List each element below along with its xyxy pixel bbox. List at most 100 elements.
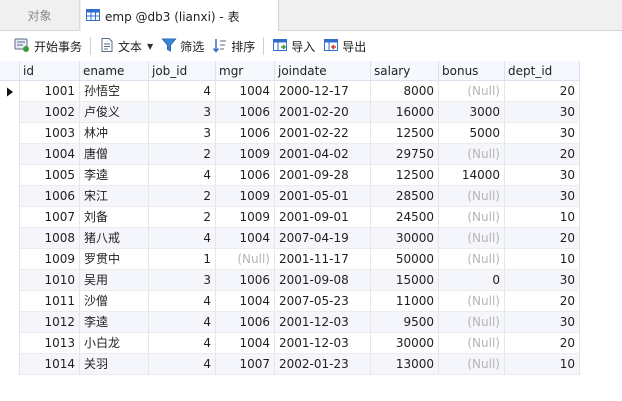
cell-dept-id[interactable]: 30: [505, 123, 580, 144]
cell-id[interactable]: 1011: [20, 291, 80, 312]
cell-ename[interactable]: 宋江: [80, 186, 149, 207]
row-selector[interactable]: [0, 186, 20, 207]
row-selector[interactable]: [0, 333, 20, 354]
cell-salary[interactable]: 50000: [371, 249, 439, 270]
cell-bonus[interactable]: (Null): [439, 186, 505, 207]
cell-dept-id[interactable]: 30: [505, 270, 580, 291]
cell-salary[interactable]: 11000: [371, 291, 439, 312]
table-row[interactable]: 1014 关羽 4 1007 2002-01-23 13000 (Null) 10: [0, 354, 580, 375]
row-selector[interactable]: [0, 354, 20, 375]
row-selector[interactable]: [0, 207, 20, 228]
column-header-job-id[interactable]: job_id: [149, 61, 216, 81]
cell-bonus[interactable]: (Null): [439, 207, 505, 228]
table-row[interactable]: 1013 小白龙 4 1004 2001-12-03 30000 (Null) 20: [0, 333, 580, 354]
row-selector[interactable]: [0, 249, 20, 270]
cell-mgr[interactable]: 1004: [216, 228, 275, 249]
cell-bonus[interactable]: 14000: [439, 165, 505, 186]
cell-id[interactable]: 1002: [20, 102, 80, 123]
table-row[interactable]: 1003 林冲 3 1006 2001-02-22 12500 5000 30: [0, 123, 580, 144]
cell-joindate[interactable]: 2001-11-17: [275, 249, 371, 270]
row-selector[interactable]: [0, 123, 20, 144]
cell-joindate[interactable]: 2001-02-20: [275, 102, 371, 123]
cell-dept-id[interactable]: 10: [505, 354, 580, 375]
cell-job-id[interactable]: 4: [149, 291, 216, 312]
cell-dept-id[interactable]: 10: [505, 249, 580, 270]
cell-id[interactable]: 1013: [20, 333, 80, 354]
table-row[interactable]: 1012 李逵 4 1006 2001-12-03 9500 (Null) 30: [0, 312, 580, 333]
cell-bonus[interactable]: (Null): [439, 81, 505, 102]
cell-salary[interactable]: 28500: [371, 186, 439, 207]
cell-salary[interactable]: 30000: [371, 228, 439, 249]
cell-bonus[interactable]: 5000: [439, 123, 505, 144]
cell-job-id[interactable]: 2: [149, 186, 216, 207]
text-button[interactable]: 文本 ▼: [99, 35, 153, 57]
cell-id[interactable]: 1007: [20, 207, 80, 228]
row-pointer-icon[interactable]: [0, 81, 20, 102]
cell-job-id[interactable]: 4: [149, 81, 216, 102]
cell-ename[interactable]: 关羽: [80, 354, 149, 375]
cell-ename[interactable]: 罗贯中: [80, 249, 149, 270]
cell-bonus[interactable]: (Null): [439, 333, 505, 354]
row-selector[interactable]: [0, 102, 20, 123]
cell-ename[interactable]: 吴用: [80, 270, 149, 291]
table-row[interactable]: 1004 唐僧 2 1009 2001-04-02 29750 (Null) 20: [0, 144, 580, 165]
row-selector[interactable]: [0, 270, 20, 291]
cell-dept-id[interactable]: 20: [505, 81, 580, 102]
cell-salary[interactable]: 24500: [371, 207, 439, 228]
table-row[interactable]: 1005 李逵 4 1006 2001-09-28 12500 14000 30: [0, 165, 580, 186]
cell-id[interactable]: 1012: [20, 312, 80, 333]
cell-job-id[interactable]: 2: [149, 144, 216, 165]
cell-dept-id[interactable]: 20: [505, 333, 580, 354]
cell-ename[interactable]: 孙悟空: [80, 81, 149, 102]
cell-salary[interactable]: 9500: [371, 312, 439, 333]
cell-ename[interactable]: 刘备: [80, 207, 149, 228]
cell-mgr[interactable]: 1006: [216, 312, 275, 333]
cell-mgr[interactable]: 1006: [216, 165, 275, 186]
cell-id[interactable]: 1014: [20, 354, 80, 375]
row-selector[interactable]: [0, 144, 20, 165]
table-row[interactable]: 1006 宋江 2 1009 2001-05-01 28500 (Null) 30: [0, 186, 580, 207]
cell-joindate[interactable]: 2001-09-01: [275, 207, 371, 228]
import-button[interactable]: 导入: [272, 35, 315, 57]
column-header-id[interactable]: id: [20, 61, 80, 81]
table-row[interactable]: 1001 孙悟空 4 1004 2000-12-17 8000 (Null) 20: [0, 81, 580, 102]
cell-joindate[interactable]: 2001-02-22: [275, 123, 371, 144]
cell-bonus[interactable]: (Null): [439, 291, 505, 312]
cell-dept-id[interactable]: 30: [505, 186, 580, 207]
cell-bonus[interactable]: (Null): [439, 249, 505, 270]
cell-id[interactable]: 1001: [20, 81, 80, 102]
cell-joindate[interactable]: 2000-12-17: [275, 81, 371, 102]
cell-job-id[interactable]: 2: [149, 207, 216, 228]
column-header-dept-id[interactable]: dept_id: [505, 61, 580, 81]
cell-dept-id[interactable]: 10: [505, 207, 580, 228]
cell-joindate[interactable]: 2007-05-23: [275, 291, 371, 312]
cell-ename[interactable]: 林冲: [80, 123, 149, 144]
cell-dept-id[interactable]: 30: [505, 312, 580, 333]
cell-mgr[interactable]: 1004: [216, 333, 275, 354]
cell-job-id[interactable]: 4: [149, 333, 216, 354]
cell-salary[interactable]: 15000: [371, 270, 439, 291]
cell-bonus[interactable]: 3000: [439, 102, 505, 123]
cell-ename[interactable]: 李逵: [80, 165, 149, 186]
cell-dept-id[interactable]: 20: [505, 228, 580, 249]
cell-dept-id[interactable]: 20: [505, 291, 580, 312]
cell-ename[interactable]: 沙僧: [80, 291, 149, 312]
cell-salary[interactable]: 16000: [371, 102, 439, 123]
cell-bonus[interactable]: 0: [439, 270, 505, 291]
cell-id[interactable]: 1003: [20, 123, 80, 144]
cell-salary[interactable]: 29750: [371, 144, 439, 165]
cell-salary[interactable]: 8000: [371, 81, 439, 102]
cell-mgr[interactable]: 1007: [216, 354, 275, 375]
sort-button[interactable]: 排序: [212, 35, 255, 57]
cell-id[interactable]: 1009: [20, 249, 80, 270]
column-header-salary[interactable]: salary: [371, 61, 439, 81]
cell-job-id[interactable]: 4: [149, 228, 216, 249]
chevron-down-icon[interactable]: ▼: [147, 42, 153, 51]
table-row[interactable]: 1002 卢俊义 3 1006 2001-02-20 16000 3000 30: [0, 102, 580, 123]
table-row[interactable]: 1008 猪八戒 4 1004 2007-04-19 30000 (Null) 20: [0, 228, 580, 249]
cell-mgr[interactable]: 1009: [216, 207, 275, 228]
cell-job-id[interactable]: 3: [149, 102, 216, 123]
cell-job-id[interactable]: 4: [149, 354, 216, 375]
cell-mgr[interactable]: 1006: [216, 123, 275, 144]
table-row[interactable]: 1007 刘备 2 1009 2001-09-01 24500 (Null) 10: [0, 207, 580, 228]
